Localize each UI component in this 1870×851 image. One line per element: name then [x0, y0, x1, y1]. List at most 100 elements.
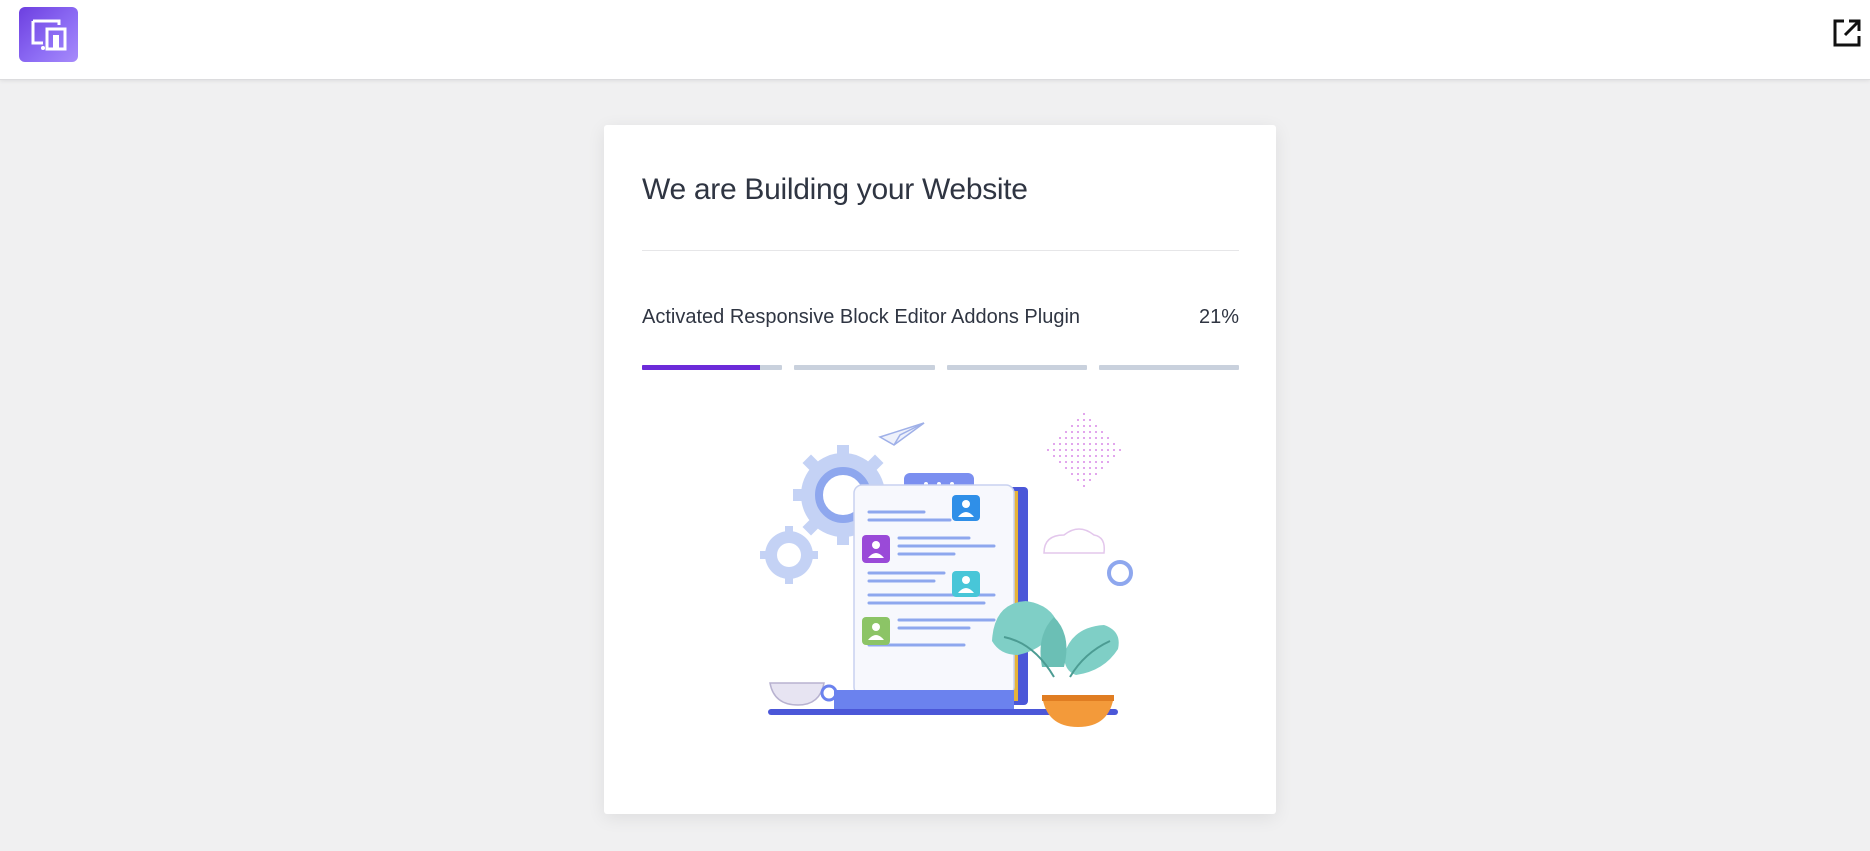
pattern-dot — [1083, 485, 1085, 487]
divider — [642, 250, 1239, 251]
cloud-shape — [1043, 528, 1106, 554]
pattern-dot — [1107, 437, 1109, 439]
document-shape — [853, 484, 1015, 696]
pattern-dot — [1071, 431, 1073, 433]
pattern-dot — [1095, 473, 1097, 475]
small-gear-icon — [760, 526, 818, 584]
pattern-dot — [1059, 449, 1061, 451]
external-link-icon — [1833, 19, 1861, 47]
pattern-dot — [1101, 431, 1103, 433]
pattern-dot — [1059, 455, 1061, 457]
pattern-dot — [1071, 449, 1073, 451]
ring-shape — [1107, 560, 1133, 586]
pattern-dot — [1119, 449, 1121, 451]
progress-segment — [1098, 365, 1239, 370]
pattern-dot — [1077, 443, 1079, 445]
pattern-dot — [1071, 461, 1073, 463]
pattern-dot — [1095, 461, 1097, 463]
pattern-dot — [1083, 425, 1085, 427]
avatar-badge-blue — [952, 495, 980, 521]
pattern-dot — [1065, 431, 1067, 433]
pattern-dot — [1077, 479, 1079, 481]
progress-segment — [642, 365, 783, 370]
pattern-dot — [1095, 467, 1097, 469]
pattern-dot — [1071, 437, 1073, 439]
pattern-dot — [1065, 437, 1067, 439]
pattern-dot — [1083, 419, 1085, 421]
laptop-base — [834, 690, 1014, 712]
paper-plane-icon — [878, 422, 925, 446]
pattern-dot — [1059, 461, 1061, 463]
pattern-dot — [1095, 425, 1097, 427]
progress-segment — [946, 365, 1087, 370]
pattern-dot — [1107, 449, 1109, 451]
pattern-dot — [1071, 425, 1073, 427]
pattern-dot — [1083, 437, 1085, 439]
pattern-dot — [1065, 443, 1067, 445]
devices-icon — [31, 19, 66, 50]
pattern-dot — [1095, 455, 1097, 457]
status-text: Activated Responsive Block Editor Addons… — [642, 306, 1081, 328]
pattern-dot — [1089, 443, 1091, 445]
pattern-dot — [1083, 461, 1085, 463]
pattern-dot — [1095, 443, 1097, 445]
pattern-dot — [1089, 425, 1091, 427]
pattern-dot — [1077, 431, 1079, 433]
pattern-dot — [1065, 461, 1067, 463]
dotted-pattern — [1047, 413, 1121, 487]
pattern-dot — [1077, 461, 1079, 463]
progress-bar — [642, 365, 1239, 370]
pattern-dot — [1089, 461, 1091, 463]
pattern-dot — [1071, 467, 1073, 469]
pattern-dot — [1101, 443, 1103, 445]
pattern-dot — [1095, 437, 1097, 439]
pattern-dot — [1071, 473, 1073, 475]
pattern-dot — [1107, 443, 1109, 445]
pattern-dot — [1089, 437, 1091, 439]
pattern-dot — [1089, 467, 1091, 469]
pattern-dot — [1089, 431, 1091, 433]
website-building-illustration — [760, 413, 1133, 727]
pattern-dot — [1083, 431, 1085, 433]
pattern-dot — [1089, 449, 1091, 451]
avatar-badge-purple — [862, 535, 890, 563]
progress-segment — [794, 365, 935, 370]
pattern-dot — [1077, 473, 1079, 475]
pattern-dot — [1089, 419, 1091, 421]
progress-percent: 21% — [1198, 306, 1239, 328]
progress-card: We are Building your Website Activated R… — [604, 125, 1276, 814]
pattern-dot — [1089, 455, 1091, 457]
pattern-dot — [1059, 443, 1061, 445]
pattern-dot — [1053, 455, 1055, 457]
pattern-dot — [1101, 455, 1103, 457]
pattern-dot — [1101, 437, 1103, 439]
site-logo — [19, 7, 78, 62]
avatar-badge-green — [862, 617, 890, 645]
pattern-dot — [1095, 431, 1097, 433]
pattern-dot — [1089, 479, 1091, 481]
pattern-dot — [1065, 449, 1067, 451]
pattern-dot — [1101, 461, 1103, 463]
pattern-dot — [1083, 413, 1085, 415]
pattern-dot — [1083, 467, 1085, 469]
status-row: Activated Responsive Block Editor Addons… — [642, 306, 1239, 329]
pattern-dot — [1101, 449, 1103, 451]
pattern-dot — [1107, 455, 1109, 457]
pattern-dot — [1053, 443, 1055, 445]
pattern-dot — [1089, 473, 1091, 475]
pattern-dot — [1071, 443, 1073, 445]
exit-button[interactable] — [1830, 16, 1864, 50]
pattern-dot — [1065, 467, 1067, 469]
pattern-dot — [1113, 443, 1115, 445]
pattern-dot — [1071, 455, 1073, 457]
pattern-dot — [1107, 461, 1109, 463]
pattern-dot — [1077, 455, 1079, 457]
avatar-badge-teal — [952, 571, 980, 597]
pattern-dot — [1113, 455, 1115, 457]
page-title: We are Building your Website — [642, 173, 1028, 206]
top-bar — [0, 0, 1870, 80]
pattern-dot — [1101, 467, 1103, 469]
pattern-dot — [1083, 473, 1085, 475]
pattern-dot — [1077, 449, 1079, 451]
pattern-dot — [1113, 449, 1115, 451]
